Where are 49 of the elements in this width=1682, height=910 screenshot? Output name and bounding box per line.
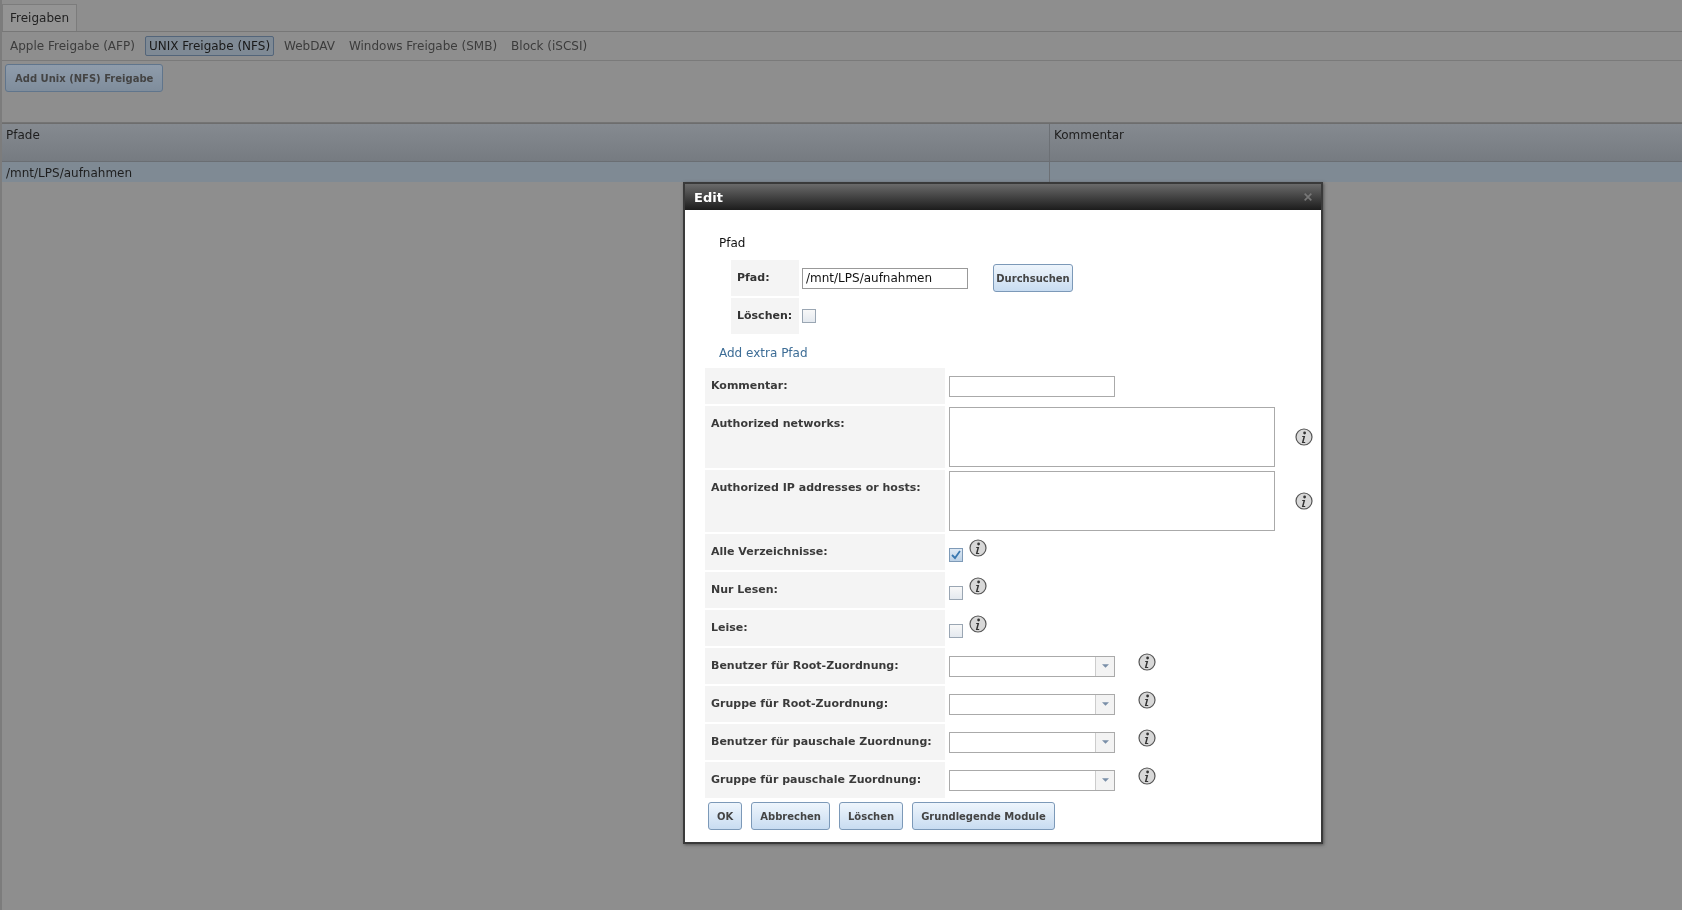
dialog-title: Edit — [694, 189, 723, 205]
field-label: Kommentar: — [705, 368, 945, 404]
field-label: Pfad: — [731, 260, 799, 296]
field-label: Gruppe für pauschale Zuordnung: — [705, 762, 945, 798]
add-share-button[interactable]: Add Unix (NFS) Freigabe — [5, 64, 164, 92]
dialog-button[interactable]: Abbrechen — [751, 802, 830, 830]
checkbox[interactable] — [949, 624, 963, 638]
field-label: Benutzer für Root-Zuordnung: — [705, 648, 945, 684]
field-label: Leise: — [705, 610, 945, 646]
checkbox[interactable] — [949, 548, 963, 562]
subtab[interactable]: UNIX Freigabe (NFS) — [144, 36, 275, 56]
checkbox[interactable] — [949, 586, 963, 600]
subtab[interactable]: Block (iSCSI) — [507, 36, 592, 56]
dropdown-arrow-icon — [1101, 778, 1109, 782]
column-header[interactable]: Pfade — [2, 124, 1050, 161]
dropdown[interactable] — [949, 731, 1115, 753]
table-row[interactable]: /mnt/LPS/aufnahmen — [2, 162, 1682, 182]
dropdown[interactable] — [949, 769, 1115, 791]
field-label: Benutzer für pauschale Zuordnung: — [705, 724, 945, 760]
field-label: Authorized networks: — [705, 406, 945, 468]
dialog-button[interactable]: Löschen — [838, 802, 904, 830]
field-label: Löschen: — [731, 298, 799, 334]
subtab[interactable]: WebDAV — [280, 36, 339, 56]
add-path-link[interactable]: Add extra Pfad — [705, 346, 808, 365]
close-icon[interactable] — [1303, 192, 1313, 202]
text-area[interactable] — [949, 471, 1275, 531]
dialog-button[interactable]: OK — [708, 802, 743, 830]
subtab[interactable]: Apple Freigabe (AFP) — [6, 36, 139, 56]
path-field[interactable]: /mnt/LPS/aufnahmen — [802, 267, 968, 289]
subtab[interactable]: Windows Freigabe (SMB) — [344, 36, 502, 56]
field-label: Authorized IP addresses or hosts: — [705, 470, 945, 532]
column-header[interactable]: Kommentar — [1050, 124, 1682, 161]
section-title: Pfad — [718, 236, 747, 252]
tab[interactable]: Freigaben — [2, 4, 77, 31]
dropdown-arrow-icon — [1101, 702, 1109, 706]
dropdown[interactable] — [949, 693, 1115, 715]
dialog-button[interactable]: Grundlegende Module — [912, 802, 1055, 830]
checkmark-icon — [950, 549, 962, 561]
browse-button[interactable]: Durchsuchen — [993, 264, 1073, 292]
text-area[interactable] — [949, 407, 1275, 467]
field-label: Alle Verzeichnisse: — [705, 534, 945, 570]
checkbox[interactable] — [802, 309, 816, 323]
dropdown-arrow-icon — [1101, 664, 1109, 668]
text-field[interactable] — [949, 375, 1115, 397]
dialog-titlebar[interactable]: Edit — [685, 184, 1321, 210]
dropdown-arrow-icon — [1101, 740, 1109, 744]
dropdown[interactable] — [949, 655, 1115, 677]
field-label: Nur Lesen: — [705, 572, 945, 608]
field-label: Gruppe für Root-Zuordnung: — [705, 686, 945, 722]
